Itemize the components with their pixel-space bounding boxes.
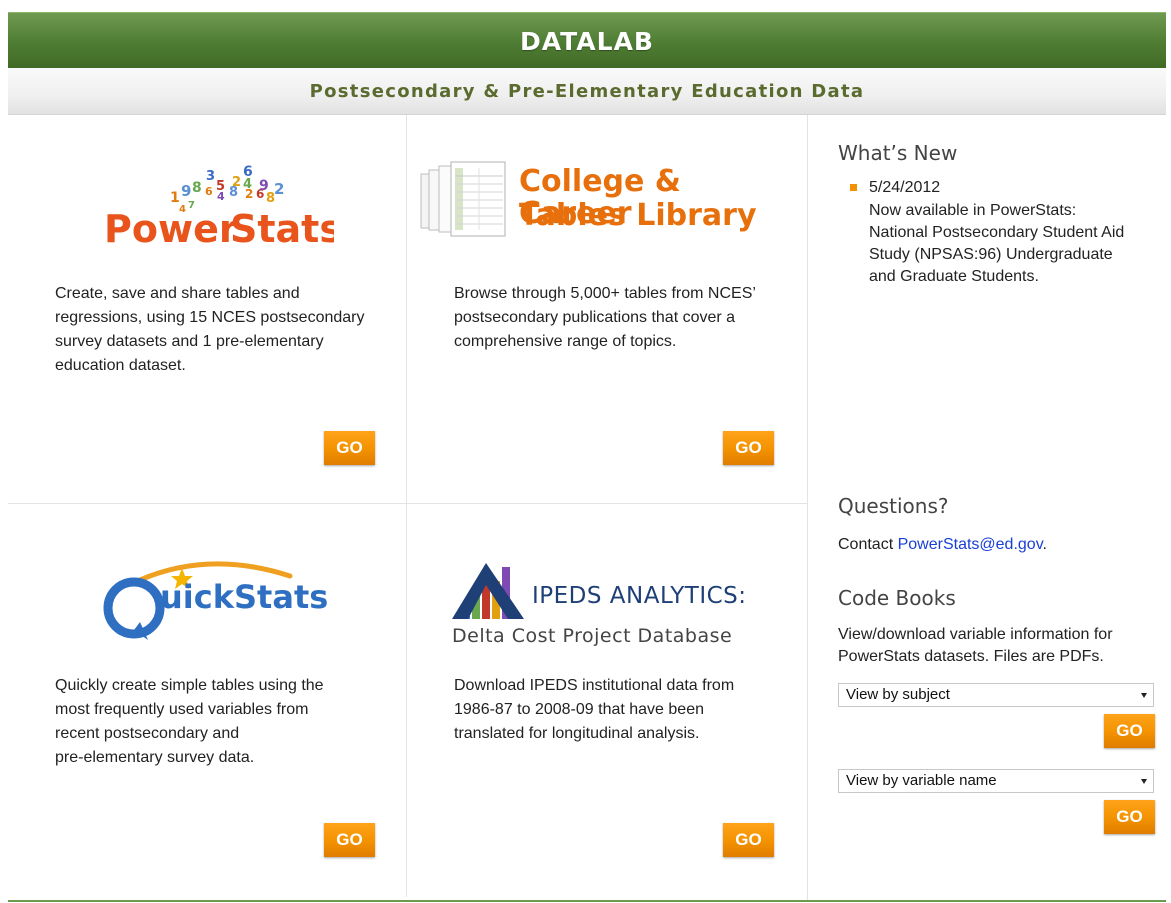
code-books-text: View/download variable information for P… [838,626,1113,665]
powerstats-description: Create, save and share tables and regres… [55,285,365,374]
powerstats-numbers-icon: 1 9 8 3 6 5 4 8 2 6 4 2 6 9 8 2 7 4 Powe… [104,164,342,251]
svg-text:3: 3 [206,169,215,184]
chevron-down-icon [1141,693,1147,698]
code-books-heading: Code Books [838,586,956,610]
tables-library-go-button[interactable]: GO [723,431,774,465]
svg-text:2: 2 [274,180,284,198]
powerstats-wordmark: Power [104,207,238,250]
svg-text:9: 9 [181,182,191,200]
svg-text:Stats: Stats [230,207,334,250]
ipeds-analytics-title: IPEDS ANALYTICS: [532,583,747,609]
questions-contact: Contact PowerStats@ed.gov. [838,534,1047,556]
news-bullet-icon [850,184,857,191]
subject-select-value: View by subject [846,686,950,703]
svg-text:4: 4 [217,190,225,203]
ipeds-analytics-go-button[interactable]: GO [723,823,774,857]
ipeds-analytics-description: Download IPEDS institutional data from 1… [454,677,735,742]
tables-library-title-line2: Tables Library [519,198,757,233]
subject-select[interactable]: View by subject [838,683,1154,707]
divider [8,503,807,504]
site-subtitle: Postsecondary & Pre-Elementary Education… [309,80,865,102]
contact-label: Contact [838,536,898,553]
quickstats-logo[interactable]: uickStats [100,552,328,642]
quickstats-description: Quickly create simple tables using the m… [55,674,395,770]
quickstats-description-line: recent postsecondary and [55,725,240,742]
contact-suffix: . [1042,536,1047,553]
news-date: 5/24/2012 [869,179,941,196]
powerstats-logo[interactable]: 1 9 8 3 6 5 4 8 2 6 4 2 6 9 8 2 7 4 Powe… [104,160,342,251]
divider [807,115,808,900]
subject-go-button[interactable]: GO [1104,714,1155,748]
powerstats-go-button[interactable]: GO [324,431,375,465]
variable-name-select-value: View by variable name [846,772,997,789]
svg-text:6: 6 [205,185,213,198]
subtitle-bar: Postsecondary & Pre-Elementary Education… [8,68,1166,115]
site-title: DATALAB [520,26,654,56]
quickstats-description-line: Quickly create simple tables using the [55,677,324,694]
variable-name-go-button[interactable]: GO [1104,800,1155,834]
divider [406,115,407,897]
svg-text:2: 2 [245,187,253,201]
svg-text:8: 8 [192,180,202,196]
quickstats-description-line: most frequently used variables from [55,701,309,718]
header-bar: DATALAB [8,12,1166,69]
quickstats-go-button[interactable]: GO [324,823,375,857]
variable-name-select[interactable]: View by variable name [838,769,1154,793]
questions-heading: Questions? [838,494,949,518]
tables-library-description: Browse through 5,000+ tables from NCES’ … [454,285,756,350]
quickstats-description-line: pre-elementary survey data. [55,749,255,766]
whats-new-heading: What’s New [838,141,958,165]
contact-email-link[interactable]: PowerStats@ed.gov [898,536,1043,553]
quickstats-wordmark: uickStats [160,578,329,616]
svg-text:2: 2 [232,175,241,190]
chevron-down-icon [1141,779,1147,784]
footer-line [8,900,1166,902]
tables-library-logo[interactable]: College & Career Tables Library [419,160,779,245]
news-text: Now available in PowerStats: National Po… [869,202,1125,285]
ipeds-analytics-logo[interactable]: IPEDS ANALYTICS: Delta Cost Project Data… [452,555,772,650]
ipeds-analytics-subtitle: Delta Cost Project Database [452,625,733,647]
